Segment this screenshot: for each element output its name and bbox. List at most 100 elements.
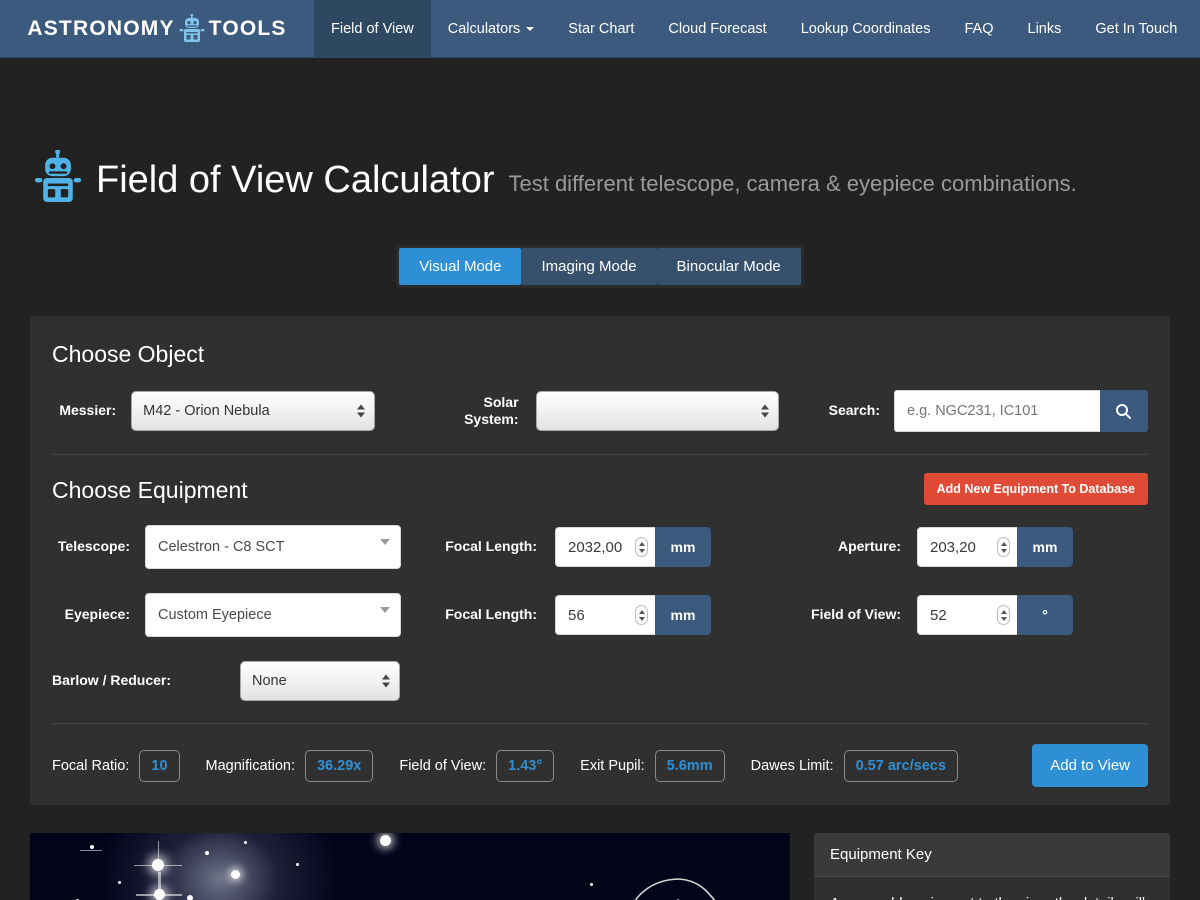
brand-text-left: ASTRONOMY [27,16,175,40]
section-divider [52,454,1148,455]
field-of-view-label: Field of View: [399,757,487,774]
nav-label: Links [1027,20,1062,37]
object-outline [635,878,716,900]
magnification-label: Magnification: [205,757,295,774]
nav-label: Calculators [447,20,521,37]
tab-imaging-mode[interactable]: Imaging Mode [521,248,657,285]
nav-item-lookup-coordinates[interactable]: Lookup Coordinates [784,0,948,57]
telescope-focal-length-group: 2032,00 mm [555,527,711,567]
main-navbar: ASTRONOMY TOOLS Field of View Calculator… [0,0,1200,58]
eyepiece-fov-value: 52 [930,606,947,624]
robot-icon [179,13,205,44]
search-button[interactable] [1099,390,1148,432]
nav-item-get-in-touch[interactable]: Get In Touch [1078,0,1194,57]
magnification-value: 36.29x [304,749,374,782]
aperture-unit: mm [1017,527,1073,567]
telescope-select[interactable]: Celestron - C8 SCT [145,525,401,569]
nav-items: Field of View Calculators Star Chart Clo… [314,0,1194,57]
nav-label: Get In Touch [1095,20,1178,37]
nav-label: FAQ [964,20,994,37]
select-arrows-icon [382,674,390,688]
eyepiece-fov-group: 52 ° [917,595,1073,635]
eyepiece-fov-label: Field of View: [811,606,901,623]
fov-overlay-arc [635,878,716,900]
eyepiece-select[interactable]: Custom Eyepiece [145,593,401,637]
select-arrows-icon [761,404,770,418]
focal-ratio-value: 10 [139,749,180,782]
telescope-focal-length-input[interactable]: 2032,00 [555,527,655,567]
search-group [893,390,1148,432]
eyepiece-focal-length-input[interactable]: 56 [555,595,655,635]
exit-pupil-label: Exit Pupil: [580,757,645,774]
eyepiece-focal-length-label: Focal Length: [445,606,537,623]
stepper-icon[interactable] [635,537,648,557]
stepper-icon[interactable] [997,605,1010,625]
field-of-view-value: 1.43° [496,749,555,782]
messier-select-value: M42 - Orion Nebula [143,403,270,419]
results-divider [52,723,1148,724]
page-title: Field of View Calculator [96,159,495,201]
barlow-select[interactable]: None [240,661,400,701]
eyepiece-focal-length-unit: mm [655,595,711,635]
add-to-view-button[interactable]: Add to View [1032,744,1148,787]
equipment-key-panel: Equipment Key As you add equipment to th… [814,833,1170,900]
aperture-label: Aperture: [837,538,901,555]
bottom-row: NGC 1975 NGC 1973 Equipment Key As you a… [30,833,1170,900]
telescope-focal-length-value: 2032,00 [568,538,623,556]
stepper-icon[interactable] [635,605,648,625]
chevron-down-icon [380,607,390,613]
results-row: Focal Ratio: 10 Magnification: 36.29x Fi… [52,744,1148,787]
eyepiece-fov-input[interactable]: 52 [917,595,1017,635]
eyepiece-label: Eyepiece: [64,606,130,623]
nav-item-field-of-view[interactable]: Field of View [314,0,431,57]
aperture-group: 203,20 mm [917,527,1073,567]
search-input[interactable] [893,390,1100,432]
telescope-focal-length-unit: mm [655,527,711,567]
nav-label: Field of View [331,20,414,37]
eyepiece-row: Eyepiece: Custom Eyepiece Focal Length: … [52,593,1148,637]
search-icon [1116,403,1132,419]
choose-object-title: Choose Object [52,341,205,367]
tab-visual-mode[interactable]: Visual Mode [399,248,522,285]
select-arrows-icon [356,404,365,418]
aperture-input[interactable]: 203,20 [917,527,1017,567]
focal-ratio-label: Focal Ratio: [52,757,130,774]
sky-view-canvas[interactable]: NGC 1975 NGC 1973 [30,833,790,900]
chevron-down-icon [380,539,390,545]
nav-label: Star Chart [568,20,635,37]
barlow-row: Barlow / Reducer: None [52,661,1148,701]
nav-item-calculators[interactable]: Calculators [431,0,552,57]
choose-equipment-header: Choose Equipment Add New Equipment To Da… [52,473,1148,505]
tab-binocular-mode[interactable]: Binocular Mode [656,248,801,285]
nav-item-links[interactable]: Links [1011,0,1079,57]
solar-system-select[interactable] [535,391,780,431]
barlow-select-value: None [252,673,287,689]
page-subtitle: Test different telescope, camera & eyepi… [508,170,1077,196]
chevron-down-icon [526,26,535,31]
brand-text-right: TOOLS [208,16,287,40]
nav-item-star-chart[interactable]: Star Chart [551,0,651,57]
barlow-label: Barlow / Reducer: [52,672,172,689]
mode-tabs-wrapper: Visual Mode Imaging Mode Binocular Mode [0,245,1200,288]
nav-item-faq[interactable]: FAQ [948,0,1011,57]
telescope-label: Telescope: [57,538,130,555]
solar-system-label: Solar System: [464,393,519,428]
site-logo[interactable]: ASTRONOMY TOOLS [0,0,314,57]
page-header: Field of View Calculator Test different … [0,58,1200,211]
aperture-value: 203,20 [930,538,976,556]
equipment-key-title: Equipment Key [814,833,1170,877]
mode-tabs: Visual Mode Imaging Mode Binocular Mode [396,245,804,288]
nav-label: Cloud Forecast [668,20,767,37]
telescope-focal-length-label: Focal Length: [445,538,537,555]
eyepiece-select-value: Custom Eyepiece [158,607,272,623]
stepper-icon[interactable] [997,537,1010,557]
choose-object-row: Messier: M42 - Orion Nebula Solar System… [52,390,1148,432]
search-label: Search: [828,402,880,419]
messier-label: Messier: [59,402,117,419]
equipment-key-body: As you add equipment to the view, the de… [814,877,1170,900]
nav-item-cloud-forecast[interactable]: Cloud Forecast [651,0,783,57]
messier-select[interactable]: M42 - Orion Nebula [131,391,375,431]
telescope-row: Telescope: Celestron - C8 SCT Focal Leng… [52,525,1148,569]
add-new-equipment-button[interactable]: Add New Equipment To Database [923,473,1148,505]
robot-icon [34,149,82,211]
